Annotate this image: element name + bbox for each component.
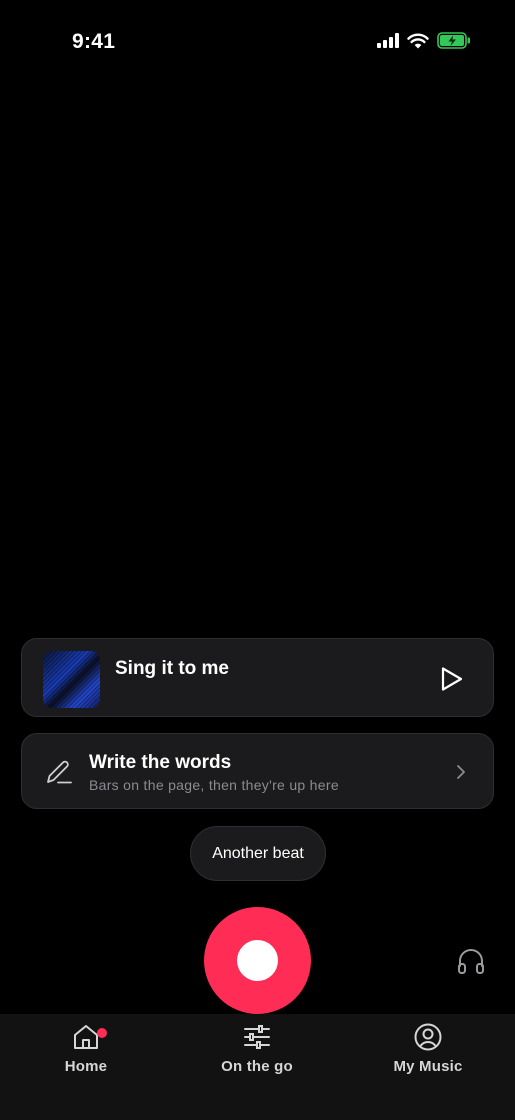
home-icon bbox=[74, 1025, 98, 1049]
tab-bar: Home On the go My Music bbox=[0, 1014, 515, 1120]
tab-on-the-go[interactable]: On the go bbox=[192, 1022, 322, 1082]
cellular-signal-icon bbox=[377, 33, 399, 48]
album-art bbox=[43, 651, 100, 708]
notification-dot bbox=[97, 1028, 107, 1038]
play-icon[interactable] bbox=[437, 665, 465, 693]
record-button[interactable] bbox=[204, 907, 311, 1014]
song-player-card[interactable]: Sing it to me bbox=[21, 638, 494, 717]
status-bar: 9:41 bbox=[0, 0, 515, 84]
sliders-icon bbox=[244, 1025, 270, 1049]
pencil-icon bbox=[47, 760, 72, 784]
status-time: 9:41 bbox=[72, 30, 116, 53]
status-icons bbox=[377, 32, 471, 49]
song-title: Sing it to me bbox=[115, 658, 229, 679]
profile-icon bbox=[414, 1023, 442, 1051]
record-icon bbox=[237, 940, 278, 981]
tab-home[interactable]: Home bbox=[21, 1022, 151, 1082]
wifi-icon bbox=[407, 33, 429, 48]
tab-my-music[interactable]: My Music bbox=[363, 1022, 493, 1082]
tab-on-the-go-label: On the go bbox=[221, 1058, 293, 1075]
tab-my-music-label: My Music bbox=[393, 1058, 463, 1075]
tab-home-label: Home bbox=[64, 1058, 108, 1075]
lyrics-title: Write the words bbox=[89, 752, 232, 773]
write-lyrics-card[interactable]: Write the words Bars on the page, then t… bbox=[21, 733, 494, 809]
chevron-right-icon bbox=[457, 765, 465, 779]
another-beat-button[interactable]: Another beat bbox=[190, 826, 326, 881]
headphones-icon[interactable] bbox=[456, 946, 486, 976]
lyrics-subtitle: Bars on the page, then they're up here bbox=[89, 777, 339, 793]
battery-icon bbox=[437, 32, 470, 49]
